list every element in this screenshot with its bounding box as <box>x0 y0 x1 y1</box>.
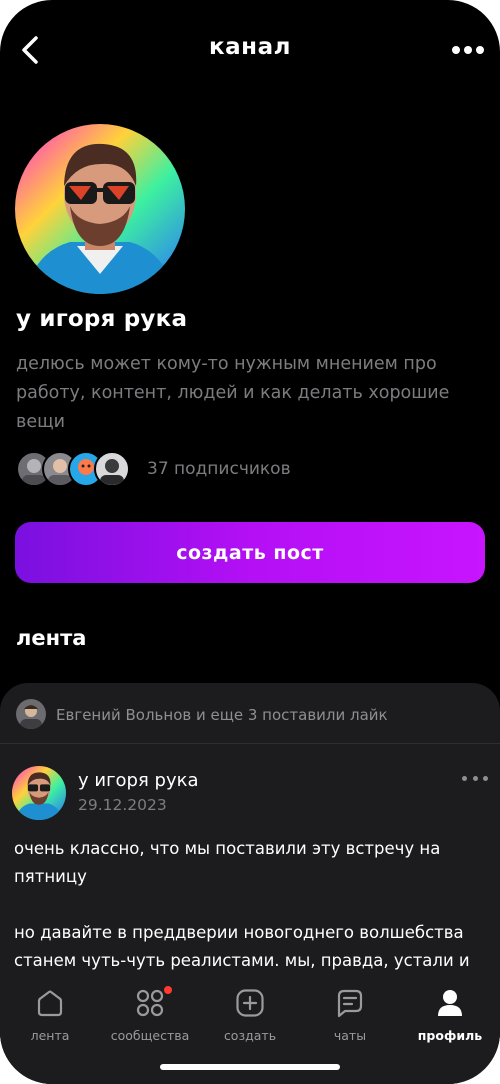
create-post-button[interactable]: создать пост <box>15 522 485 583</box>
tab-label: создать <box>223 1028 277 1043</box>
tab-feed[interactable]: лента <box>0 986 100 1050</box>
likes-text: Евгений Вольнов и еще 3 поставили лайк <box>56 706 388 724</box>
header: канал <box>0 24 500 76</box>
post-more-button[interactable] <box>462 771 488 785</box>
person-icon <box>438 990 462 1016</box>
likes-row[interactable]: Евгений Вольнов и еще 3 поставили лайк <box>16 699 486 731</box>
notification-badge <box>164 986 172 994</box>
bottom-tabbar: лента сообщества создать чаты профиль <box>0 972 500 1084</box>
more-button[interactable] <box>450 36 486 64</box>
tab-label: чаты <box>333 1028 367 1043</box>
feed-heading: лента <box>16 626 87 650</box>
more-dot <box>452 46 460 54</box>
chat-icon <box>337 989 363 1018</box>
channel-title: у игоря рука <box>16 306 188 332</box>
post-date: 29.12.2023 <box>78 796 167 814</box>
home-icon <box>37 990 63 1017</box>
tab-chats[interactable]: чаты <box>300 986 400 1050</box>
tab-create[interactable]: создать <box>200 986 300 1050</box>
post-paragraph: очень классно, что мы поставили эту встр… <box>14 839 441 886</box>
channel-avatar[interactable] <box>15 124 185 294</box>
more-dot <box>464 46 472 54</box>
liker-avatar <box>16 699 46 729</box>
more-dot <box>476 46 484 54</box>
tab-label: лента <box>30 1028 70 1043</box>
divider <box>0 743 500 744</box>
subscriber-avatar <box>94 451 130 487</box>
tab-label: сообщества <box>110 1028 190 1043</box>
tab-label: профиль <box>417 1028 483 1043</box>
screen: канал у игоря рука делюсь может кому-то … <box>0 0 500 1084</box>
plus-square-icon <box>236 989 264 1017</box>
tab-profile[interactable]: профиль <box>400 986 500 1050</box>
tab-communities[interactable]: сообщества <box>100 986 200 1050</box>
post-author-name[interactable]: у игоря рука <box>78 770 199 791</box>
more-dot <box>462 775 467 781</box>
more-dot <box>472 775 478 781</box>
subscribers-count[interactable]: 37 подписчиков <box>147 459 291 479</box>
home-indicator <box>160 1064 340 1070</box>
more-dot <box>483 775 488 781</box>
page-title: канал <box>209 34 291 60</box>
post-author-avatar[interactable] <box>12 766 66 820</box>
subscribers-row[interactable]: 37 подписчиков <box>16 451 486 489</box>
channel-description: делюсь может кому-то нужным мнением про … <box>16 354 450 432</box>
grid-icon <box>136 989 164 1017</box>
